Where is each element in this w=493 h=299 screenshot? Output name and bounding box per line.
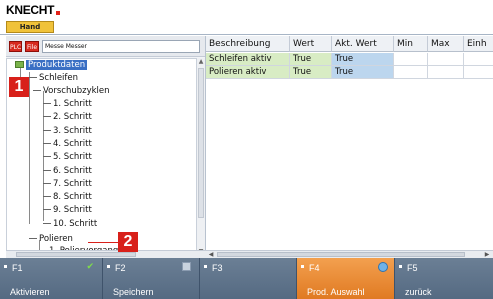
tree-item-schritt-3[interactable]: 3. Schritt [43, 125, 92, 138]
cell-unit[interactable] [464, 66, 493, 79]
cell-current-value[interactable]: True [332, 66, 394, 79]
cell-description[interactable]: Polieren aktiv [206, 66, 290, 79]
filter-bar: PLC File Messe Messer [6, 36, 205, 57]
mode-badge: Hand [6, 21, 54, 33]
tree-panel: PLC File Messe Messer Produktdaten Schle… [6, 36, 205, 257]
tree-item-schleifen[interactable]: Schleifen [29, 72, 78, 85]
key-indicator [107, 265, 110, 268]
cell-max[interactable] [428, 53, 464, 66]
scroll-up-icon[interactable]: ▲ [197, 58, 205, 66]
f2-button[interactable]: F2 Speichern [103, 258, 200, 299]
key-indicator [204, 265, 207, 268]
key-indicator [301, 265, 304, 268]
scroll-thumb[interactable] [198, 68, 204, 218]
key-indicator [399, 265, 402, 268]
cell-description[interactable]: Schleifen aktiv [206, 53, 290, 66]
f1-button[interactable]: F1 ✔ Aktivieren [0, 258, 103, 299]
checkmark-icon: ✔ [86, 262, 94, 272]
cell-max[interactable] [428, 66, 464, 79]
parameter-table: Beschreibung Wert Akt. Wert Min Max Einh… [205, 36, 493, 257]
function-key-bar: F1 ✔ Aktivieren F2 Speichern F3 F4 Prod.… [0, 258, 493, 299]
tree-connector [29, 72, 30, 224]
tree-item-schritt-4[interactable]: 4. Schritt [43, 138, 92, 151]
tree-item-schritt-7[interactable]: 7. Schritt [43, 178, 92, 191]
column-header-akt-wert[interactable]: Akt. Wert [332, 36, 394, 52]
f4-button[interactable]: F4 Prod. Auswahl [297, 258, 395, 299]
f3-button[interactable]: F3 [200, 258, 297, 299]
brand-dot [56, 11, 60, 15]
tree-item-schritt-9[interactable]: 9. Schritt [43, 204, 92, 217]
folder-icon [15, 61, 24, 68]
callout-marker-1: 1 [9, 77, 29, 97]
tree-horizontal-scrollbar[interactable] [6, 250, 205, 258]
tree-item-schritt-10[interactable]: 10. Schritt [43, 218, 97, 231]
cell-current-value[interactable]: True [332, 53, 394, 66]
tree-item-schritt-2[interactable]: 2. Schritt [43, 111, 92, 124]
cell-unit[interactable] [464, 53, 493, 66]
product-tree[interactable]: Produktdaten Schleifen Vorschubzyklen 1.… [6, 58, 196, 256]
cell-value[interactable]: True [290, 66, 332, 79]
f5-button[interactable]: F5 zurück [395, 258, 493, 299]
key-indicator [4, 265, 7, 268]
tree-item-schritt-8[interactable]: 8. Schritt [43, 191, 92, 204]
plc-button[interactable]: PLC [9, 41, 22, 52]
brand-name: KNECHT [6, 3, 55, 17]
arrow-circle-icon [378, 262, 388, 272]
cell-min[interactable] [394, 66, 428, 79]
scroll-left-icon[interactable]: ◀ [207, 251, 215, 258]
tree-item-schritt-1[interactable]: 1. Schritt [43, 98, 92, 111]
column-header-min[interactable]: Min [394, 36, 428, 52]
callout-line-2 [88, 242, 118, 243]
tree-item-vorschubzyklen[interactable]: Vorschubzyklen [33, 85, 110, 98]
scroll-thumb[interactable] [16, 252, 136, 257]
column-header-einheit[interactable]: Einh [464, 36, 493, 52]
scroll-right-icon[interactable]: ▶ [483, 251, 491, 258]
cell-min[interactable] [394, 53, 428, 66]
save-icon [182, 262, 191, 271]
callout-marker-2: 2 [118, 232, 138, 252]
column-header-wert[interactable]: Wert [290, 36, 332, 52]
tree-item-schritt-6[interactable]: 6. Schritt [43, 165, 92, 178]
table-horizontal-scrollbar[interactable]: ◀ ▶ [205, 250, 493, 258]
tree-vertical-scrollbar[interactable]: ▲ ▼ [196, 58, 205, 256]
scroll-thumb[interactable] [217, 252, 465, 257]
cell-value[interactable]: True [290, 53, 332, 66]
column-header-beschreibung[interactable]: Beschreibung [206, 36, 290, 52]
knecht-logo: KNECHT Hand [6, 3, 60, 34]
filter-input[interactable]: Messe Messer [42, 40, 200, 53]
tree-item-produktdaten[interactable]: Produktdaten [15, 59, 88, 72]
column-header-max[interactable]: Max [428, 36, 464, 52]
file-button[interactable]: File [25, 41, 39, 52]
header-divider [0, 34, 493, 35]
tree-item-schritt-5[interactable]: 5. Schritt [43, 151, 92, 164]
